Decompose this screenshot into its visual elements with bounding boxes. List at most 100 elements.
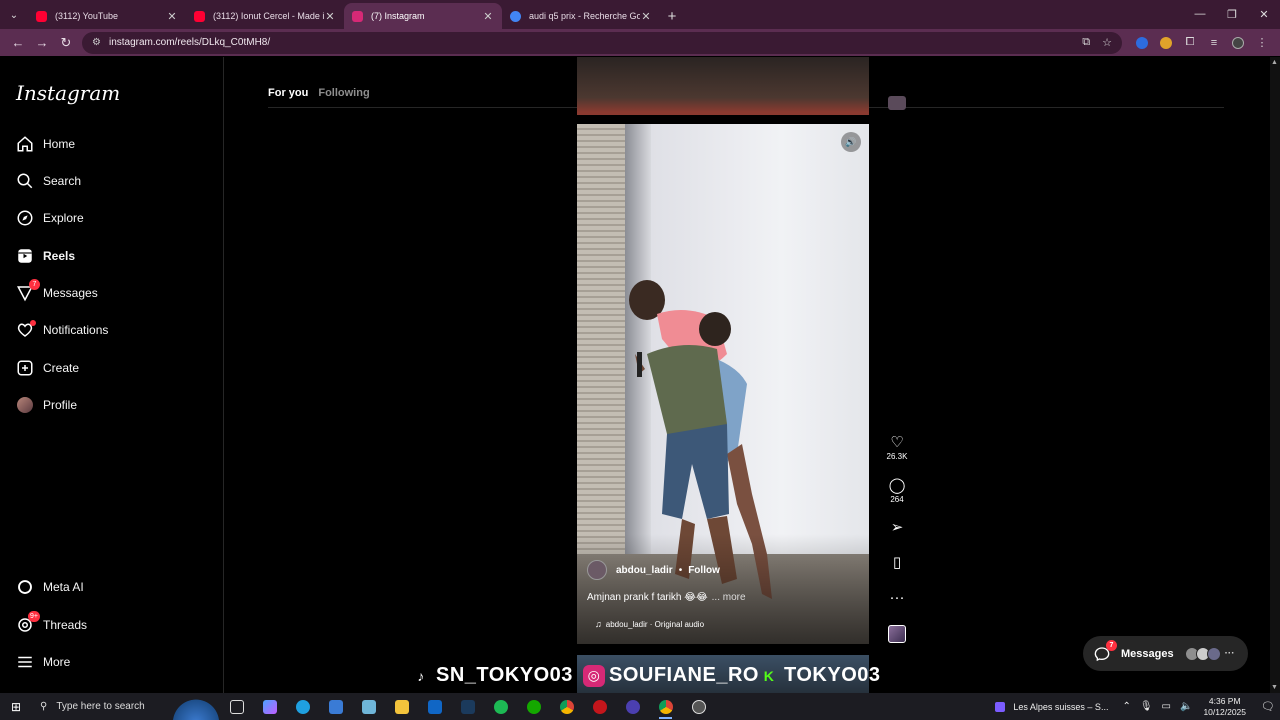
close-icon[interactable]: ✕	[482, 10, 494, 23]
steam-icon[interactable]	[451, 693, 484, 720]
forward-icon[interactable]: →	[30, 31, 54, 55]
clock[interactable]: 4:36 PM 10/12/2025	[1203, 696, 1246, 718]
sidebar-item-more[interactable]: More	[16, 650, 70, 674]
instagram-logo[interactable]: Instagram	[16, 81, 120, 105]
tab-search-icon[interactable]: ⌄	[0, 1, 28, 29]
more-options-button[interactable]: ···	[885, 589, 909, 607]
save-button[interactable]: ▯	[885, 554, 909, 572]
store-icon[interactable]	[319, 693, 352, 720]
notepad-icon[interactable]	[352, 693, 385, 720]
browser-tab-active[interactable]: (7) Instagram ✕	[344, 3, 502, 29]
sidebar-item-notifications[interactable]: Notifications	[16, 318, 108, 342]
install-app-icon[interactable]: ⧉	[1082, 36, 1090, 49]
browser-tab[interactable]: (3112) YouTube ✕	[28, 3, 186, 29]
scroll-up-icon[interactable]: ▲	[1271, 59, 1278, 66]
scroll-down-icon[interactable]: ▼	[1271, 684, 1278, 691]
sidebar-item-create[interactable]: Create	[16, 356, 79, 380]
windows-start-icon[interactable]: ⊞	[0, 693, 32, 720]
chrome-icon[interactable]	[550, 693, 583, 720]
reel-audio[interactable]: ♫ abdou_ladir · Original audio	[595, 619, 704, 629]
share-button[interactable]: ➢	[885, 519, 909, 537]
caption-more-link[interactable]: ... more	[712, 592, 746, 603]
sidebar-item-search[interactable]: Search	[16, 169, 81, 193]
close-icon[interactable]: ✕	[166, 10, 178, 23]
tiktok-icon: ♪	[417, 667, 425, 684]
system-tray: Les Alpes suisses – S... ⌃ 🎙 ▭ 🔈 4:36 PM…	[995, 693, 1280, 720]
previous-reel-video[interactable]	[577, 57, 869, 115]
sidebar-item-reels[interactable]: Reels	[16, 244, 75, 268]
reload-icon[interactable]: ↻	[54, 31, 78, 55]
volume-icon[interactable]: 🔊	[841, 132, 861, 152]
media-controls-icon[interactable]: ≡	[1202, 37, 1226, 49]
chevron-up-icon[interactable]: ⌃	[1122, 701, 1130, 712]
file-explorer-icon[interactable]	[385, 693, 418, 720]
page-scrollbar[interactable]: ▲ ▼	[1270, 57, 1280, 693]
browser-tab[interactable]: (3112) Ionut Cercel - Made in R ✕	[186, 3, 344, 29]
close-icon[interactable]: ✕	[640, 10, 652, 23]
sidebar-item-label: Messages	[43, 286, 98, 300]
edge-icon[interactable]	[286, 693, 319, 720]
messenger-icon: 7	[1093, 639, 1117, 663]
messages-floating-button[interactable]: 7 Messages ···	[1083, 636, 1248, 671]
sidebar-item-meta-ai[interactable]: Meta AI	[16, 575, 84, 599]
browser-tab-strip: ⌄ (3112) YouTube ✕ (3112) Ionut Cercel -…	[0, 0, 1280, 29]
previous-reel-audio-thumbnail[interactable]	[888, 96, 906, 110]
volume-icon[interactable]: 🔈	[1180, 701, 1192, 712]
address-bar[interactable]: ⚙ instagram.com/reels/DLkq_C0tMH8/ ⧉ ☆	[82, 31, 1122, 54]
like-button[interactable]: ♡ 26.3K	[885, 434, 909, 461]
new-tab-button[interactable]: +	[660, 3, 684, 29]
sidebar-item-profile[interactable]: Profile	[16, 393, 77, 417]
widget-icon	[995, 701, 1006, 712]
sidebar-item-threads[interactable]: 9+ Threads	[16, 611, 87, 637]
follow-button[interactable]: Follow	[688, 565, 720, 576]
network-icon[interactable]: ▭	[1162, 701, 1171, 712]
tab-for-you[interactable]: For you	[268, 87, 308, 99]
app-icon[interactable]	[583, 693, 616, 720]
author-username[interactable]: abdou_ladir	[616, 565, 673, 576]
reels-icon	[16, 247, 34, 265]
reel-video[interactable]: 🔊 abdou_ladir • Follow Amjnan prank f ta…	[577, 124, 869, 644]
author-avatar[interactable]	[587, 560, 607, 580]
comment-button[interactable]: ◯ 264	[885, 477, 909, 504]
microphone-icon[interactable]: 🎙	[1140, 701, 1153, 712]
extension-icon[interactable]	[1130, 36, 1154, 49]
news-widget[interactable]: Les Alpes suisses – S...	[995, 701, 1108, 712]
copilot-icon[interactable]	[253, 693, 286, 720]
instagram-icon: ◎	[583, 664, 605, 687]
kebab-menu-icon[interactable]: ⋮	[1250, 36, 1274, 49]
task-view-icon[interactable]	[220, 693, 253, 720]
minimize-icon[interactable]: —	[1184, 0, 1216, 28]
kick-icon: K	[763, 667, 775, 684]
youtube-icon	[194, 10, 205, 22]
chrome-active-icon[interactable]	[649, 693, 682, 720]
sidebar-item-explore[interactable]: Explore	[16, 206, 84, 230]
chrome-profile-icon[interactable]	[616, 693, 649, 720]
upwork-icon[interactable]	[517, 693, 550, 720]
chrome-alt-icon[interactable]	[682, 693, 715, 720]
profile-avatar-icon[interactable]	[1226, 36, 1250, 49]
extensions-puzzle-icon[interactable]: ⧠	[1178, 36, 1202, 49]
restore-icon[interactable]: ❐	[1216, 0, 1248, 28]
sidebar-item-messages[interactable]: 7 Messages	[16, 279, 98, 305]
tab-following[interactable]: Following	[318, 87, 369, 99]
taskbar-search[interactable]: ⚲ Type here to search	[32, 693, 172, 720]
more-dots-icon: ···	[1224, 648, 1235, 659]
site-info-icon[interactable]: ⚙	[92, 37, 101, 48]
instagram-icon	[352, 10, 363, 22]
notifications-icon[interactable]: 🗨	[1256, 700, 1280, 713]
avatar	[1206, 646, 1221, 661]
feed-tabs: For you Following	[268, 87, 380, 99]
browser-tab[interactable]: audi q5 prix - Recherche Goog ✕	[502, 3, 660, 29]
close-icon[interactable]: ✕	[324, 10, 336, 23]
spotify-icon[interactable]	[484, 693, 517, 720]
extension-icon[interactable]	[1154, 36, 1178, 49]
close-window-icon[interactable]: ✕	[1248, 0, 1280, 28]
sidebar-item-home[interactable]: Home	[16, 132, 75, 156]
bookmark-star-icon[interactable]: ☆	[1102, 36, 1112, 49]
audio-thumbnail[interactable]	[888, 625, 906, 643]
outlook-icon[interactable]	[418, 693, 451, 720]
sidebar-item-label: More	[43, 655, 71, 669]
search-highlight-image[interactable]	[172, 693, 220, 720]
search-icon	[16, 172, 34, 190]
back-icon[interactable]: ←	[6, 31, 30, 55]
